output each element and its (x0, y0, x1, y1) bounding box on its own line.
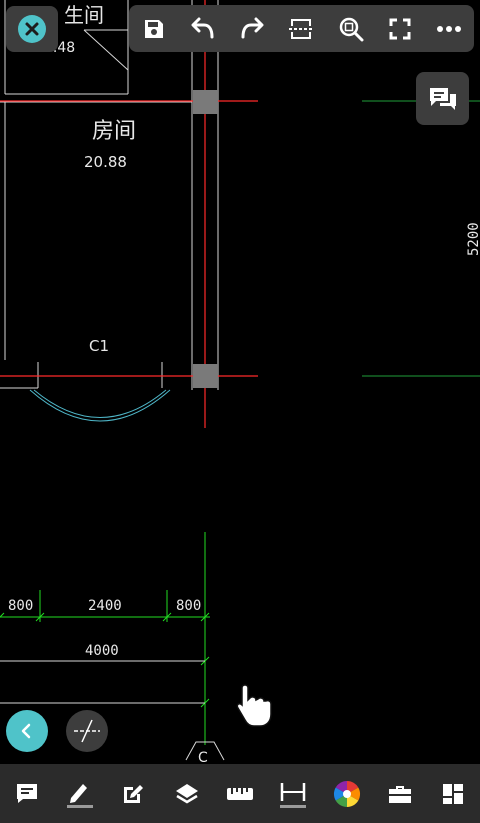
bottom-toolbar (0, 764, 480, 823)
more-button[interactable] (429, 9, 469, 49)
room-area: 20.88 (84, 153, 127, 171)
edit-tool-button[interactable] (113, 772, 153, 816)
dimension-icon (280, 782, 307, 808)
pencil-tool-button[interactable] (60, 772, 100, 816)
side-dimension: 5200 (466, 222, 480, 256)
dimension-right: 800 (176, 598, 201, 614)
layers-icon (175, 783, 198, 803)
dimension-left: 800 (8, 598, 33, 614)
fullscreen-icon (389, 18, 411, 39)
fullscreen-button[interactable] (380, 9, 420, 49)
undo-icon (191, 17, 214, 38)
redo-button[interactable] (232, 9, 272, 49)
save-button[interactable] (134, 9, 174, 49)
comments-icon (429, 87, 456, 110)
pencil-icon (66, 783, 93, 808)
zoom-fit-button[interactable] (331, 9, 371, 49)
color-tool-button[interactable] (327, 772, 367, 816)
dimension-extension-lines (0, 660, 205, 704)
wall-axis-lines (0, 0, 258, 428)
zoom-fit-icon (339, 17, 364, 41)
toolbox-button[interactable] (380, 772, 420, 816)
layers-tool-button[interactable] (167, 772, 207, 816)
grid-lines-right (362, 100, 480, 377)
door-arc (29, 389, 171, 422)
chevron-left-icon (21, 723, 31, 739)
room-outline-main (0, 0, 219, 390)
top-toolbar (129, 5, 474, 52)
more-icon (437, 25, 462, 32)
dimension-total: 4000 (85, 643, 119, 659)
comment-tool-button[interactable] (7, 772, 47, 816)
close-icon (18, 15, 46, 43)
comments-button[interactable] (416, 72, 469, 125)
comment-icon (16, 783, 37, 803)
dimension-tool-button[interactable] (273, 772, 313, 816)
close-button[interactable] (6, 6, 58, 52)
redo-icon (241, 17, 264, 38)
edit-icon (124, 784, 144, 803)
color-wheel-icon (333, 780, 360, 807)
undo-button[interactable] (183, 9, 223, 49)
room-label: 房间 (92, 119, 136, 144)
collapse-panel-button[interactable] (6, 710, 48, 752)
layout-button[interactable] (433, 772, 473, 816)
save-icon (144, 19, 163, 38)
ruler-tool-button[interactable] (220, 772, 260, 816)
snap-toggle-button[interactable] (66, 710, 108, 752)
toolbox-icon (388, 785, 411, 803)
door-label: C1 (89, 337, 109, 355)
hand-pointer-icon (236, 684, 272, 727)
crop-icon (289, 18, 314, 39)
dimension-middle: 2400 (88, 598, 122, 614)
cad-drawing-canvas[interactable]: 生间 5.48 房间 20.88 C1 5200 800 2400 800 40… (0, 0, 480, 823)
column-hatch-top (193, 90, 218, 114)
column-hatch-bottom (193, 364, 218, 388)
room-label-top: 生间 (64, 3, 104, 27)
ruler-icon (226, 787, 253, 800)
layout-icon (443, 783, 464, 804)
crop-button[interactable] (281, 9, 321, 49)
snap-line-icon (74, 719, 100, 743)
